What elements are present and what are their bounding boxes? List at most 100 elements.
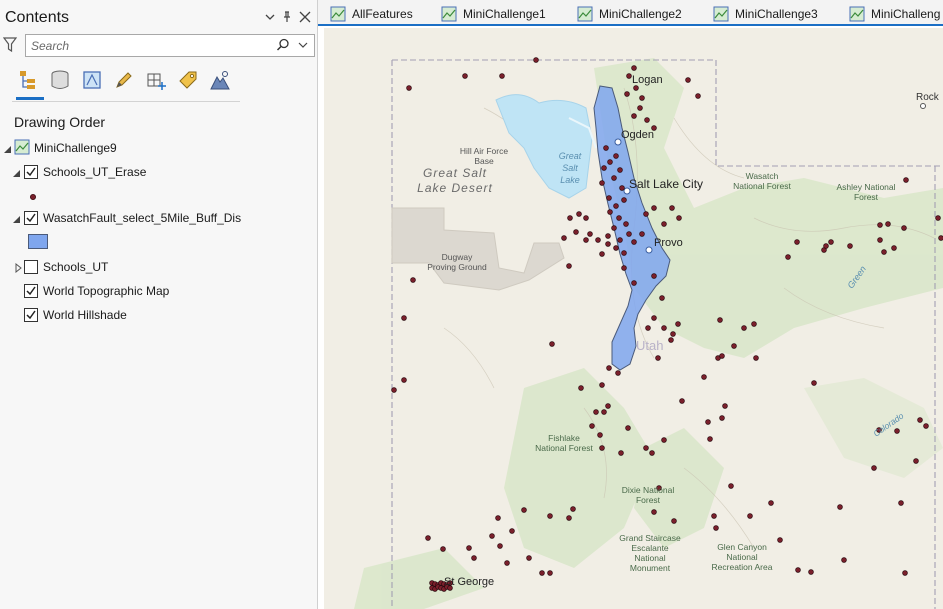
school-point[interactable] [670,331,676,337]
school-point[interactable] [603,145,609,151]
list-by-selection-icon[interactable] [78,66,106,94]
school-point[interactable] [902,570,908,576]
tab-allfeatures[interactable]: AllFeatures [330,4,413,24]
school-point[interactable] [938,235,943,241]
school-point[interactable] [722,403,728,409]
school-point[interactable] [613,245,619,251]
school-point[interactable] [669,205,675,211]
school-point[interactable] [828,239,834,245]
school-point[interactable] [661,221,667,227]
school-point[interactable] [625,425,631,431]
chevron-down-icon[interactable] [298,39,310,53]
school-point[interactable] [705,419,711,425]
school-point[interactable] [676,215,682,221]
school-point[interactable] [489,533,495,539]
school-point[interactable] [675,321,681,327]
school-point[interactable] [578,385,584,391]
school-point[interactable] [631,113,637,119]
layer-visibility-checkbox[interactable] [24,260,38,274]
list-by-drawing-order-icon[interactable] [14,66,44,100]
school-point[interactable] [566,263,572,269]
school-point[interactable] [605,403,611,409]
school-point[interactable] [668,337,674,343]
school-point[interactable] [753,355,759,361]
list-by-snapping-icon[interactable] [142,66,170,94]
list-by-perspective-imagery-icon[interactable] [206,66,234,94]
school-point[interactable] [917,417,923,423]
school-point[interactable] [526,555,532,561]
school-point[interactable] [599,382,605,388]
expand-triangle-icon[interactable] [14,262,23,274]
school-point[interactable] [566,515,572,521]
school-point[interactable] [499,73,505,79]
search-icon[interactable] [276,38,292,54]
school-point[interactable] [623,221,629,227]
school-point[interactable] [593,409,599,415]
school-point[interactable] [644,117,650,123]
close-icon[interactable] [297,9,313,25]
school-point[interactable] [626,231,632,237]
school-point[interactable] [425,535,431,541]
school-point[interactable] [471,555,477,561]
layer-row-schools-ut-erase[interactable]: Schools_UT_Erase [0,162,316,182]
school-point[interactable] [533,57,539,63]
school-point[interactable] [576,211,582,217]
school-point[interactable] [741,325,747,331]
school-point[interactable] [391,387,397,393]
school-point[interactable] [913,458,919,464]
tab-minichallenge-truncated[interactable]: MiniChalleng [849,4,940,24]
school-point[interactable] [871,465,877,471]
school-point[interactable] [583,237,589,243]
school-point[interactable] [605,233,611,239]
school-point[interactable] [583,215,589,221]
school-point[interactable] [547,570,553,576]
school-point[interactable] [643,211,649,217]
school-point[interactable] [711,513,717,519]
list-by-source-icon[interactable] [46,66,74,94]
school-point[interactable] [497,543,503,549]
school-point[interactable] [881,249,887,255]
school-point[interactable] [619,185,625,191]
school-point[interactable] [651,315,657,321]
school-point[interactable] [877,222,883,228]
school-point[interactable] [679,398,685,404]
school-point[interactable] [613,203,619,209]
school-point[interactable] [728,483,734,489]
school-point[interactable] [747,513,753,519]
map-canvas[interactable]: Logan Ogden Salt Lake City Provo Hill Ai… [324,28,943,609]
school-point[interactable] [599,445,605,451]
chevron-down-icon[interactable] [262,9,278,25]
layer-visibility-checkbox[interactable] [24,211,38,225]
collapse-triangle-icon[interactable] [12,167,21,177]
school-point[interactable] [401,377,407,383]
school-point[interactable] [651,509,657,515]
school-point[interactable] [495,515,501,521]
school-point[interactable] [645,325,651,331]
search-input[interactable] [26,35,276,56]
school-point[interactable] [649,450,655,456]
pin-icon[interactable] [279,9,295,25]
school-point[interactable] [631,65,637,71]
polygon-symbol-icon[interactable] [28,234,48,249]
school-point[interactable] [561,235,567,241]
school-point[interactable] [768,500,774,506]
layer-row-schools-ut[interactable]: Schools_UT [0,257,316,277]
school-point[interactable] [651,273,657,279]
school-point[interactable] [613,153,619,159]
school-point[interactable] [621,197,627,203]
school-point[interactable] [611,225,617,231]
school-point[interactable] [637,105,643,111]
layer-row-world-hillshade[interactable]: World Hillshade [0,305,316,325]
school-point[interactable] [611,175,617,181]
school-point[interactable] [406,85,412,91]
school-point[interactable] [567,215,573,221]
tab-minichallenge2[interactable]: MiniChallenge2 [577,4,682,24]
school-point[interactable] [903,177,909,183]
school-point[interactable] [599,180,605,186]
school-point[interactable] [466,545,472,551]
school-point[interactable] [547,513,553,519]
school-point[interactable] [898,500,904,506]
school-point[interactable] [616,215,622,221]
school-point[interactable] [695,93,701,99]
school-point[interactable] [410,277,416,283]
